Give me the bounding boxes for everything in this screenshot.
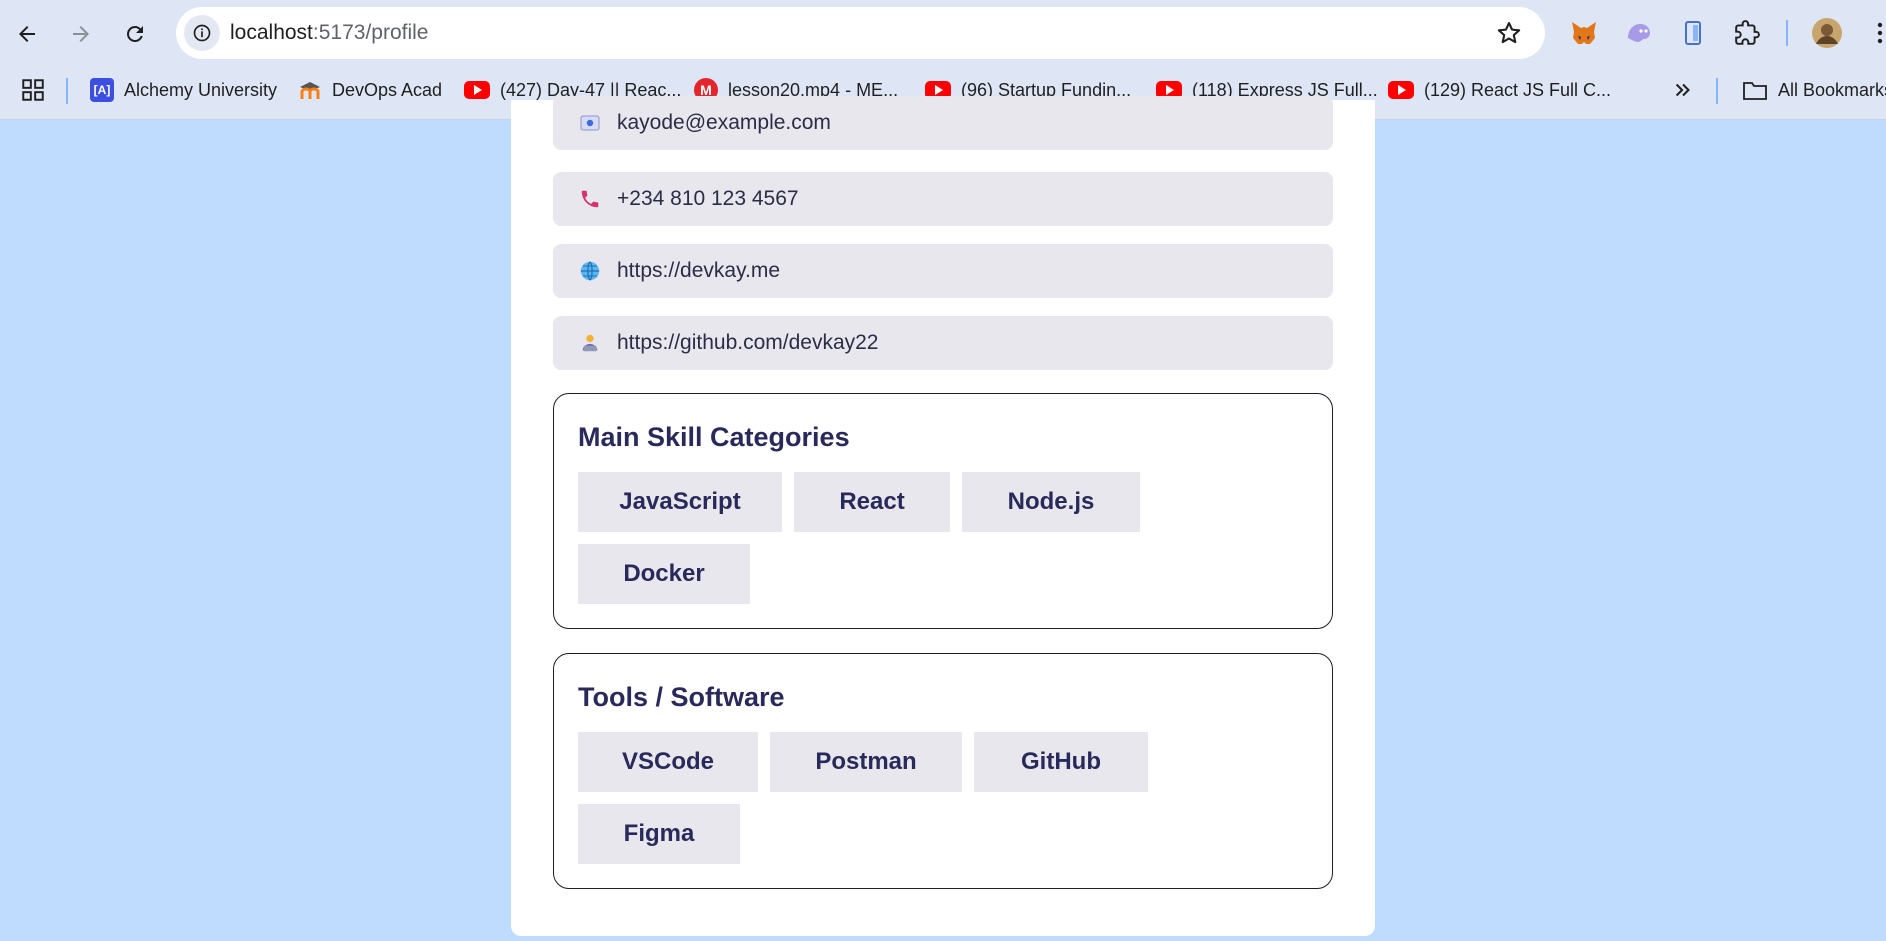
email-value: kayode@example.com [617,111,831,134]
browser-menu-icon[interactable] [1866,16,1886,50]
device-extension-icon[interactable] [1676,16,1710,50]
site-info-icon[interactable] [184,15,220,51]
apps-grid-icon[interactable] [20,76,46,104]
tool-chip: GitHub [974,732,1148,792]
bookmark-star-icon[interactable] [1495,19,1523,47]
tool-chip: VSCode [578,732,758,792]
moodle-icon [298,78,322,102]
bookmark-alchemy-university[interactable]: [A] Alchemy University [90,76,277,104]
skills-title: Main Skill Categories [578,422,850,452]
developer-icon [579,332,601,354]
url-path: :5173/profile [312,21,429,44]
bookmark-label: Alchemy University [124,79,278,100]
more-bookmarks-chevron-icon[interactable] [1672,76,1694,104]
all-bookmarks-folder[interactable]: All Bookmarks [1742,76,1886,104]
skill-chip: Docker [578,544,750,604]
folder-icon [1743,82,1767,100]
reload-icon [126,25,143,42]
tool-chip: Postman [770,732,962,792]
bookmark-devops-acad[interactable]: DevOps Acad [298,76,442,104]
tool-chip: Figma [578,804,740,864]
profile-avatar[interactable] [1810,16,1844,50]
bookmark-label: (129) React JS Full C... [1424,79,1612,100]
metamask-extension-icon[interactable] [1567,16,1601,50]
globe-icon [579,260,601,282]
address-bar[interactable]: localhost:5173/profile [176,7,1545,59]
ghost-extension-icon[interactable] [1622,16,1656,50]
profile-card: kayode@example.com +234 810 123 4567 htt… [511,96,1375,936]
reload-button[interactable] [115,14,155,54]
browser-toolbar: localhost:5173/profile [0,0,1886,66]
bookmarks-divider [1716,78,1718,104]
all-bookmarks-label: All Bookmarks [1778,79,1886,100]
tools-title: Tools / Software [578,682,785,712]
website-field: https://devkay.me [553,244,1333,298]
tools-section: Tools / Software VSCode Postman GitHub F… [553,653,1333,889]
skill-chip: Node.js [962,472,1140,532]
url-text: localhost:5173/profile [230,21,428,45]
skills-section: Main Skill Categories JavaScript React N… [553,393,1333,629]
extensions-puzzle-icon[interactable] [1730,16,1764,50]
bookmarks-divider [66,78,68,104]
email-field: kayode@example.com [553,96,1333,150]
github-field: https://github.com/devkay22 [553,316,1333,370]
toolbar-divider [1786,20,1788,46]
forward-arrow-icon [73,26,89,42]
bookmark-react-js[interactable]: (129) React JS Full C... [1388,76,1611,104]
skill-chip: React [794,472,950,532]
phone-value: +234 810 123 4567 [617,187,799,210]
github-value: https://github.com/devkay22 [617,331,879,354]
website-value: https://devkay.me [617,259,781,282]
forward-button[interactable] [61,14,101,54]
skill-chip: JavaScript [578,472,782,532]
email-icon [579,112,601,134]
phone-field: +234 810 123 4567 [553,172,1333,226]
url-host: localhost [230,21,313,44]
back-button[interactable] [7,14,47,54]
back-arrow-icon [19,26,35,42]
youtube-icon [464,81,490,99]
bookmark-label: DevOps Acad [332,79,443,100]
alchemy-icon: [A] [90,78,114,102]
phone-icon [579,188,601,210]
youtube-icon [1388,81,1414,99]
